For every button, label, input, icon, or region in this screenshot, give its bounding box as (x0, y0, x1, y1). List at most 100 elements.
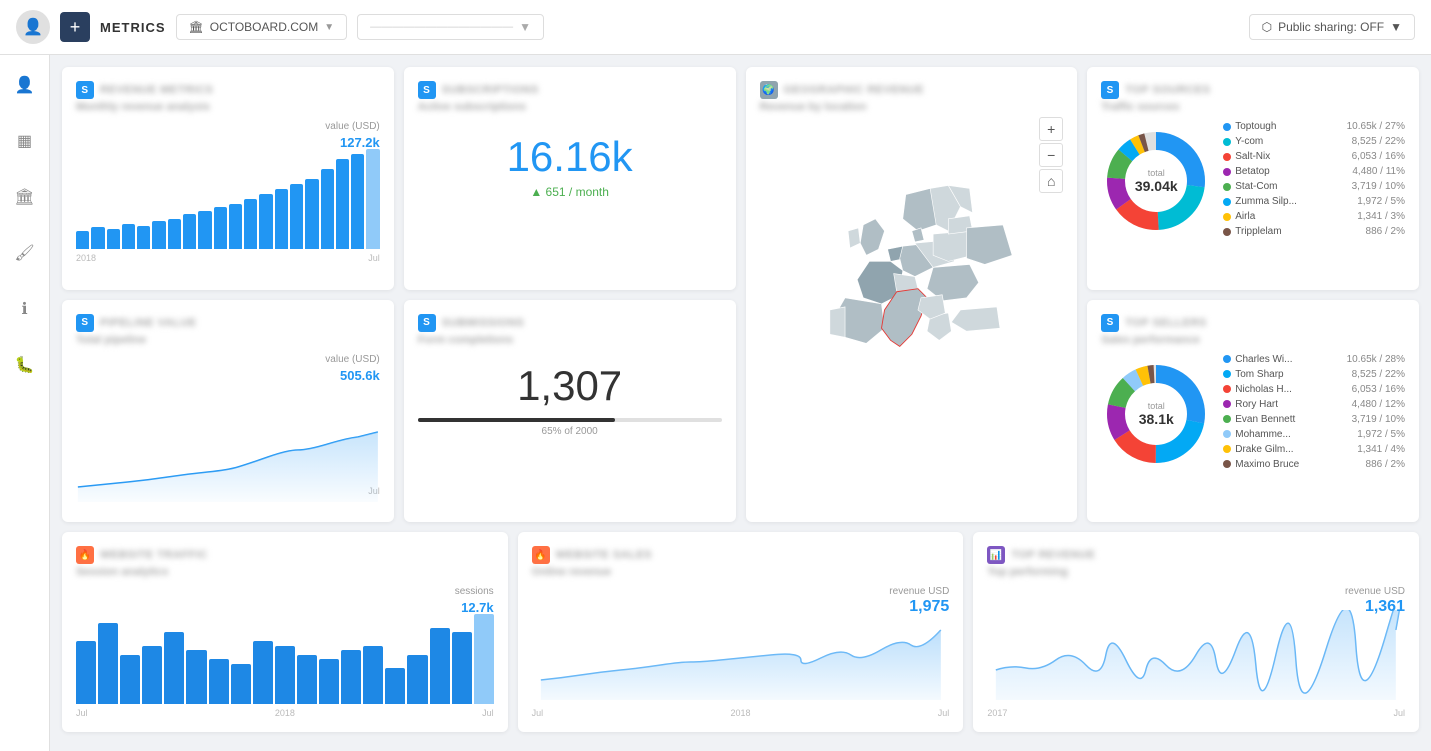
sellers-legend-item-5: Evan Bennett 3,719 / 10% (1223, 414, 1405, 425)
sbar-16 (407, 655, 427, 705)
donut-bottom-card: S TOP SELLERS Sales performance (1087, 300, 1419, 523)
revenue-area1-svg (532, 610, 950, 700)
bar-13 (259, 194, 272, 249)
revenue-bar-title: S REVENUE METRICS (76, 81, 380, 99)
filter-dropdown-arrow: ▼ (519, 20, 531, 34)
zoom-in-button[interactable]: + (1039, 117, 1063, 141)
progress-bar-container (418, 418, 722, 422)
sharing-dropdown-arrow: ▼ (1390, 20, 1402, 34)
sellers-name-5: Evan Bennett (1235, 414, 1347, 425)
big-number-sub: ▲ 651 / month (418, 185, 722, 199)
sbar-4 (142, 646, 162, 705)
donut-bottom-center: total 38.1k (1139, 401, 1174, 427)
revenue-area2-subtitle: Top performing (987, 566, 1405, 578)
legend-item-8: Tripplelam 886 / 2% (1223, 226, 1405, 237)
legend-dot-4 (1223, 168, 1231, 176)
legend-name-6: Zumma Silp... (1235, 196, 1353, 207)
sessions-label-top: sessions (455, 586, 494, 597)
progress-bar-fill (418, 418, 615, 422)
sidebar-item-brush[interactable]: 🖌 (7, 235, 43, 271)
sellers-val-6: 1,972 / 5% (1357, 429, 1405, 440)
revenue-area1-card: 🔥 WEBSITE SALES Online revenue revenue U… (518, 532, 964, 732)
sellers-legend-item-3: Nicholas H... 6,053 / 16% (1223, 384, 1405, 395)
revenue-area2-card: 📊 TOP REVENUE Top performing revenue USD… (973, 532, 1419, 732)
pipeline-label-top: value (USD) (325, 354, 379, 365)
filter-dropdown[interactable]: ————————————— ▼ (357, 14, 544, 40)
user-avatar[interactable]: 👤 (16, 10, 50, 44)
legend-dot-3 (1223, 153, 1231, 161)
org-dropdown-arrow: ▼ (324, 22, 334, 33)
revenue-area2-x-labels: 2017 Jul (987, 708, 1405, 718)
bar-8 (183, 214, 196, 249)
progress-number: 1,307 (418, 362, 722, 410)
legend-dot-1 (1223, 123, 1231, 131)
sellers-val-4: 4,480 / 12% (1352, 399, 1405, 410)
sub-value: 651 / month (546, 185, 609, 199)
legend-val-8: 886 / 2% (1366, 226, 1405, 237)
main-content: S REVENUE METRICS Monthly revenue analys… (50, 55, 1431, 744)
revenue-area2-icon: 📊 (987, 546, 1005, 564)
progress-label: 65% of 2000 (418, 426, 722, 437)
sbar-15 (385, 668, 405, 704)
sessions-subtitle: Session analytics (76, 566, 494, 578)
chart-x-labels: 2018 Jul (76, 253, 380, 263)
legend-name-2: Y-com (1235, 136, 1347, 147)
revenue-area1-title: 🔥 WEBSITE SALES (532, 546, 950, 564)
sellers-dot-1 (1223, 355, 1231, 363)
pipeline-title: S PIPELINE VALUE (76, 314, 380, 332)
bar-3 (107, 229, 120, 249)
bar-20 (366, 149, 379, 249)
bar-17 (321, 169, 334, 249)
add-button[interactable]: + (60, 12, 90, 42)
sellers-legend-item-6: Mohammе... 1,972 / 5% (1223, 429, 1405, 440)
legend-val-1: 10.65k / 27% (1347, 121, 1405, 132)
legend-dot-2 (1223, 138, 1231, 146)
sellers-name-6: Mohammе... (1235, 429, 1353, 440)
sellers-name-3: Nicholas H... (1235, 384, 1347, 395)
sidebar-item-info[interactable]: ℹ (7, 291, 43, 327)
revenue-area2-svg (987, 610, 1405, 700)
legend-item-7: Airla 1,341 / 3% (1223, 211, 1405, 222)
bar-9 (198, 211, 211, 249)
bar-7 (168, 219, 181, 249)
chart-value: 127.2k (340, 135, 380, 150)
sellers-name-4: Rory Hart (1235, 399, 1347, 410)
pipeline-subtitle: Total pipeline (76, 334, 380, 346)
sidebar-item-dashboard[interactable]: ▦ (7, 123, 43, 159)
donut-top-center-label: total (1135, 168, 1178, 178)
pipeline-chart-value: 505.6k (340, 368, 380, 383)
sellers-name-7: Drake Gilm... (1235, 444, 1353, 455)
big-number-icon: S (418, 81, 436, 99)
reset-button[interactable]: ⌂ (1039, 169, 1063, 193)
map-controls[interactable]: + − ⌂ (1039, 117, 1063, 193)
legend-item-5: Stat-Com 3,719 / 10% (1223, 181, 1405, 192)
donut-bottom-title: S TOP SELLERS (1101, 314, 1405, 332)
sbar-9 (253, 641, 273, 704)
sessions-x-labels: Jul 2018 Jul (76, 708, 494, 718)
legend-val-2: 8,525 / 22% (1352, 136, 1405, 147)
sidebar-item-bug[interactable]: 🐛 (7, 347, 43, 383)
legend-item-3: Salt-Nix 6,053 / 16% (1223, 151, 1405, 162)
revenue-area1-chart: revenue USD 1,975 (532, 584, 950, 704)
zoom-out-button[interactable]: − (1039, 143, 1063, 167)
legend-val-6: 1,972 / 5% (1357, 196, 1405, 207)
public-sharing-button[interactable]: ⬡ Public sharing: OFF ▼ (1249, 14, 1415, 40)
sbar-6 (186, 650, 206, 704)
org-dropdown[interactable]: 🏛 OCTOBOARD.COM ▼ (176, 14, 348, 40)
metrics-label: METRICS (100, 20, 166, 35)
donut-top-chart: total 39.04k (1101, 126, 1211, 236)
sidebar-item-bank[interactable]: 🏛 (7, 179, 43, 215)
sellers-name-8: Maximo Bruce (1235, 459, 1361, 470)
big-number-card: S SUBSCRIPTIONS Active subscriptions 16.… (404, 67, 736, 290)
sessions-chart-value: 12.7k (461, 600, 494, 615)
legend-val-5: 3,719 / 10% (1352, 181, 1405, 192)
revenue-area2-title: 📊 TOP REVENUE (987, 546, 1405, 564)
sellers-name-2: Tom Sharp (1235, 369, 1347, 380)
donut-top-icon: S (1101, 81, 1119, 99)
sidebar-item-user[interactable]: 👤 (7, 67, 43, 103)
revenue-bar-icon: S (76, 81, 94, 99)
sellers-legend-item-2: Tom Sharp 8,525 / 22% (1223, 369, 1405, 380)
legend-name-3: Salt-Nix (1235, 151, 1347, 162)
filter-placeholder: ————————————— (370, 21, 513, 33)
revenue-bar-card: S REVENUE METRICS Monthly revenue analys… (62, 67, 394, 290)
